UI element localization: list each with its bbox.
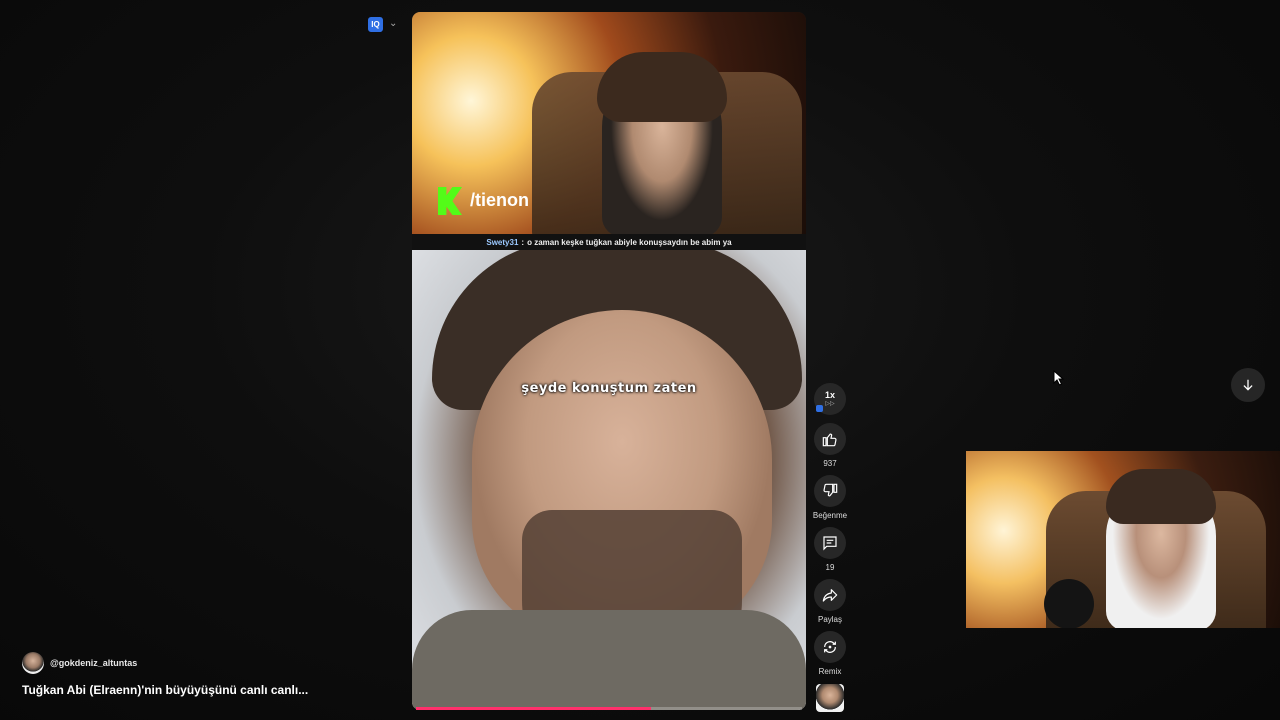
main-video-frame bbox=[412, 240, 806, 710]
guest-shirt-image bbox=[412, 610, 806, 710]
like-count: 937 bbox=[823, 459, 837, 468]
fast-forward-icon: ▷▷ bbox=[825, 401, 835, 407]
thumbs-up-icon bbox=[822, 433, 837, 447]
streamer-hair-image bbox=[597, 52, 727, 122]
comment-icon bbox=[823, 536, 837, 551]
short-video-player[interactable] bbox=[412, 12, 806, 710]
chat-message-bar: Swety31 : o zaman keşke tuğkan abiyle ko… bbox=[412, 234, 806, 250]
remix-icon bbox=[824, 641, 836, 653]
share-label: Paylaş bbox=[817, 615, 842, 624]
chat-separator: : bbox=[521, 237, 525, 247]
playback-speed-button[interactable]: 1x ▷▷ bbox=[814, 383, 846, 415]
video-progress-fill bbox=[416, 707, 652, 710]
streamer-webcam-overlay bbox=[966, 451, 1280, 628]
arrow-down-icon bbox=[1243, 379, 1253, 391]
kick-channel-handle: /tienon bbox=[470, 190, 529, 210]
avatar[interactable] bbox=[22, 652, 44, 674]
share-button[interactable] bbox=[814, 579, 846, 611]
microphone-image bbox=[1044, 579, 1094, 628]
next-video-button[interactable] bbox=[1231, 368, 1265, 402]
dislike-button[interactable] bbox=[814, 475, 846, 507]
remix-button[interactable] bbox=[814, 631, 846, 663]
extension-chevron-icon[interactable]: ⌄ bbox=[389, 18, 397, 29]
remix-label: Remix bbox=[818, 667, 842, 676]
comments-button[interactable] bbox=[814, 527, 846, 559]
share-icon bbox=[822, 589, 838, 602]
channel-handle[interactable]: @gokdeniz_altuntas bbox=[50, 658, 137, 668]
streamer-hair-image bbox=[1106, 469, 1216, 524]
speed-label: 1x bbox=[824, 390, 835, 400]
extension-mini-icon bbox=[816, 405, 823, 412]
dislike-label: Beğenme bbox=[812, 511, 848, 520]
video-progress-bar[interactable] bbox=[416, 707, 802, 710]
thumbs-down-icon bbox=[823, 483, 838, 497]
chat-message: o zaman keşke tuğkan abiyle konuşsaydın … bbox=[527, 237, 732, 247]
chat-username: Swety31 bbox=[486, 237, 519, 247]
like-button[interactable] bbox=[814, 423, 846, 455]
screen: IQ ⌄ /tienon Swety31 : o zaman keşke tuğ… bbox=[0, 0, 1280, 720]
channel-avatar-button[interactable] bbox=[816, 684, 844, 712]
video-caption: şeyde konuştum zaten bbox=[521, 381, 697, 396]
comment-count: 19 bbox=[825, 563, 835, 572]
extension-icon[interactable]: IQ bbox=[368, 17, 383, 32]
channel-info[interactable]: @gokdeniz_altuntas bbox=[22, 652, 137, 674]
video-title[interactable]: Tuğkan Abi (Elraenn)'nin büyüyüşünü canl… bbox=[22, 683, 308, 697]
